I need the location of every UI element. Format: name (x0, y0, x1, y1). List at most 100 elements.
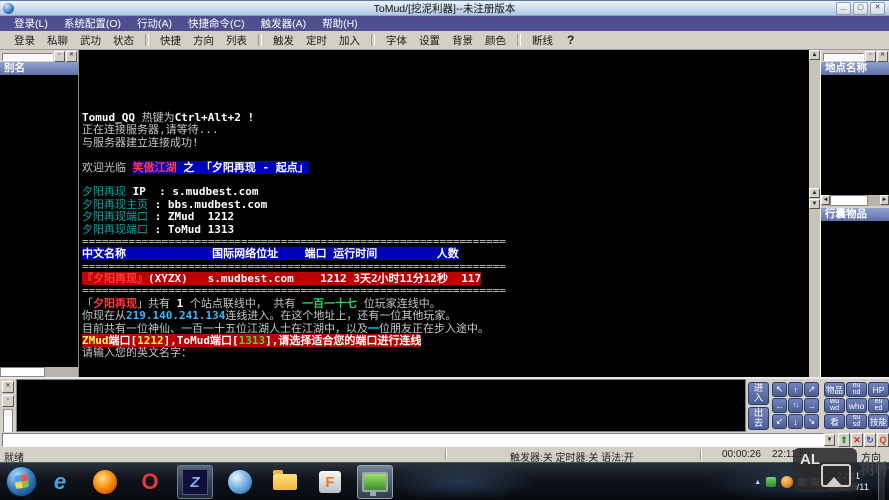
command-input[interactable] (2, 433, 824, 447)
restore-icon[interactable]: ▫ (54, 51, 65, 62)
southwest-button[interactable]: ↙ (772, 414, 787, 429)
alias-panel-titlebar[interactable]: ▫ ✕ (0, 50, 78, 62)
scroll-left-icon[interactable]: ◄ (821, 195, 830, 205)
tool-color[interactable]: 颜色 (479, 33, 512, 48)
north-updown-button[interactable]: nu nd (846, 382, 867, 397)
tool-timer[interactable]: 定时 (300, 33, 333, 48)
menu-login[interactable]: 登录(L) (6, 16, 56, 31)
restore-icon[interactable]: ▫ (865, 51, 876, 62)
east-button[interactable]: → (804, 398, 819, 413)
who-button[interactable]: who (846, 398, 867, 413)
hp-button[interactable]: HP (868, 382, 889, 397)
taskbar-item-opera[interactable]: O (132, 465, 168, 499)
tool-list[interactable]: 列表 (220, 33, 253, 48)
clear-button[interactable]: ✕ (851, 433, 863, 447)
direction-numpad: 进入 出去 ↖ ↑ ↗ ← ↑↓ → ↙ ↓ ↘ 物品 nu nd HP wu … (746, 379, 889, 432)
alias-hscrollbar[interactable] (0, 367, 78, 377)
location-hscrollbar[interactable]: ◄ ► (821, 195, 889, 206)
south-button[interactable]: ↓ (788, 414, 803, 429)
tool-join[interactable]: 加入 (333, 33, 366, 48)
scroll-split-down-icon[interactable]: ▼ (809, 199, 820, 209)
alias-list[interactable] (0, 75, 78, 367)
bag-list[interactable] (821, 221, 889, 377)
menu-system-config[interactable]: 系统配置(O) (56, 16, 129, 31)
chat-output[interactable] (16, 379, 746, 432)
tool-trigger[interactable]: 触发 (267, 33, 300, 48)
restore-icon[interactable]: ▫ (2, 395, 14, 407)
items-button[interactable]: 物品 (824, 382, 845, 397)
east-updown-button[interactable]: eu ed (868, 398, 889, 413)
tool-quick[interactable]: 快捷 (154, 33, 187, 48)
tool-background[interactable]: 背景 (446, 33, 479, 48)
up-down-button[interactable]: ↑↓ (788, 398, 803, 413)
scroll-thumb[interactable] (0, 367, 45, 377)
taskbar: e O Z F ▲ 22:11 2011/6/11 (0, 462, 889, 500)
start-button[interactable] (6, 466, 37, 497)
tray-antivirus-icon[interactable] (766, 477, 776, 487)
close-icon[interactable]: ✕ (66, 51, 77, 62)
west-button[interactable]: ← (772, 398, 787, 413)
scroll-split-up-icon[interactable]: ▲ (809, 188, 820, 198)
menu-help[interactable]: 帮助(H) (314, 16, 366, 31)
menu-action[interactable]: 行动(A) (129, 16, 180, 31)
enter-button[interactable]: 进入 (748, 382, 769, 405)
repeat-button[interactable]: ↻ (864, 433, 876, 447)
tool-font[interactable]: 字体 (380, 33, 413, 48)
southeast-button[interactable]: ↘ (804, 414, 819, 429)
taskbar-item-zmud[interactable]: Z (177, 465, 213, 499)
tool-kungfu[interactable]: 武功 (74, 33, 107, 48)
taskbar-item-firefox[interactable] (87, 465, 123, 499)
taskbar-item-explorer[interactable] (267, 465, 303, 499)
tool-status[interactable]: 状态 (107, 33, 140, 48)
watermark-al-text: AL (800, 451, 820, 468)
main-area: ▫ ✕ 别名 Tomud_QQ 热键为Ctrl+Alt+2 !正在连接服务器,请… (0, 50, 889, 377)
bag-panel-header: 行囊物品 (821, 208, 889, 221)
send-button[interactable]: ⇑ (838, 433, 850, 447)
watermark-logo: AL (793, 448, 857, 492)
location-panel-titlebar[interactable]: ▫ ✕ (821, 50, 889, 62)
exit-button[interactable]: 出去 (748, 407, 769, 430)
close-icon[interactable]: ✕ (877, 51, 888, 62)
taskbar-item-network[interactable] (357, 465, 393, 499)
skills-button[interactable]: 技能 (868, 414, 889, 429)
taskbar-item-browser[interactable] (222, 465, 258, 499)
title-bar[interactable]: ToMud/[挖泥利器]--未注册版本 ＿ ▢ ✕ (0, 0, 889, 16)
history-dropdown-icon[interactable]: ▼ (824, 434, 835, 446)
drag-grip[interactable] (2, 53, 53, 61)
menu-triggers[interactable]: 触发器(A) (253, 16, 315, 31)
tool-private-chat[interactable]: 私聊 (41, 33, 74, 48)
status-elapsed: 00:00:26 (722, 449, 761, 460)
south-updown-button[interactable]: su sd (846, 414, 867, 429)
help-icon[interactable]: ? (559, 33, 582, 47)
terminal-line: 与服务器建立连接成功! (82, 137, 809, 149)
desktop: ToMud/[挖泥利器]--未注册版本 ＿ ▢ ✕ 登录(L) 系统配置(O) … (0, 0, 889, 500)
tray-qq-icon[interactable] (781, 476, 793, 488)
tool-direction[interactable]: 方向 (187, 33, 220, 48)
toolbar-separator (145, 34, 149, 46)
scroll-right-icon[interactable]: ► (880, 195, 889, 205)
tool-settings[interactable]: 设置 (413, 33, 446, 48)
northeast-button[interactable]: ↗ (804, 382, 819, 397)
taskbar-item-flashfxp[interactable]: F (312, 465, 348, 499)
scroll-thumb[interactable] (830, 195, 868, 206)
maximize-button[interactable]: ▢ (853, 2, 868, 15)
tray-expand-icon[interactable]: ▲ (754, 479, 761, 486)
northwest-button[interactable]: ↖ (772, 382, 787, 397)
toolbar-separator (371, 34, 375, 46)
close-button[interactable]: ✕ (870, 2, 885, 15)
tool-login[interactable]: 登录 (8, 33, 41, 48)
look-button[interactable]: 看 (824, 414, 845, 429)
tool-disconnect[interactable]: 断线 (526, 33, 559, 48)
west-updown-button[interactable]: wu wd (824, 398, 845, 413)
scroll-up-icon[interactable]: ▲ (809, 50, 820, 60)
terminal-vscrollbar[interactable]: ▲ ▲ ▼ (809, 50, 820, 377)
quit-button[interactable]: Q (877, 433, 889, 447)
taskbar-item-ie[interactable]: e (42, 465, 78, 499)
north-button[interactable]: ↑ (788, 382, 803, 397)
location-list[interactable] (821, 75, 889, 195)
minimize-button[interactable]: ＿ (836, 2, 851, 15)
drag-grip[interactable] (823, 53, 864, 61)
status-bar: 就绪 触发器:关 定时器:关 语法:开 00:00:26 22:11:59 方向 (0, 448, 889, 462)
menu-shortcuts[interactable]: 快捷命令(C) (180, 16, 253, 31)
close-icon[interactable]: ✕ (2, 381, 14, 393)
